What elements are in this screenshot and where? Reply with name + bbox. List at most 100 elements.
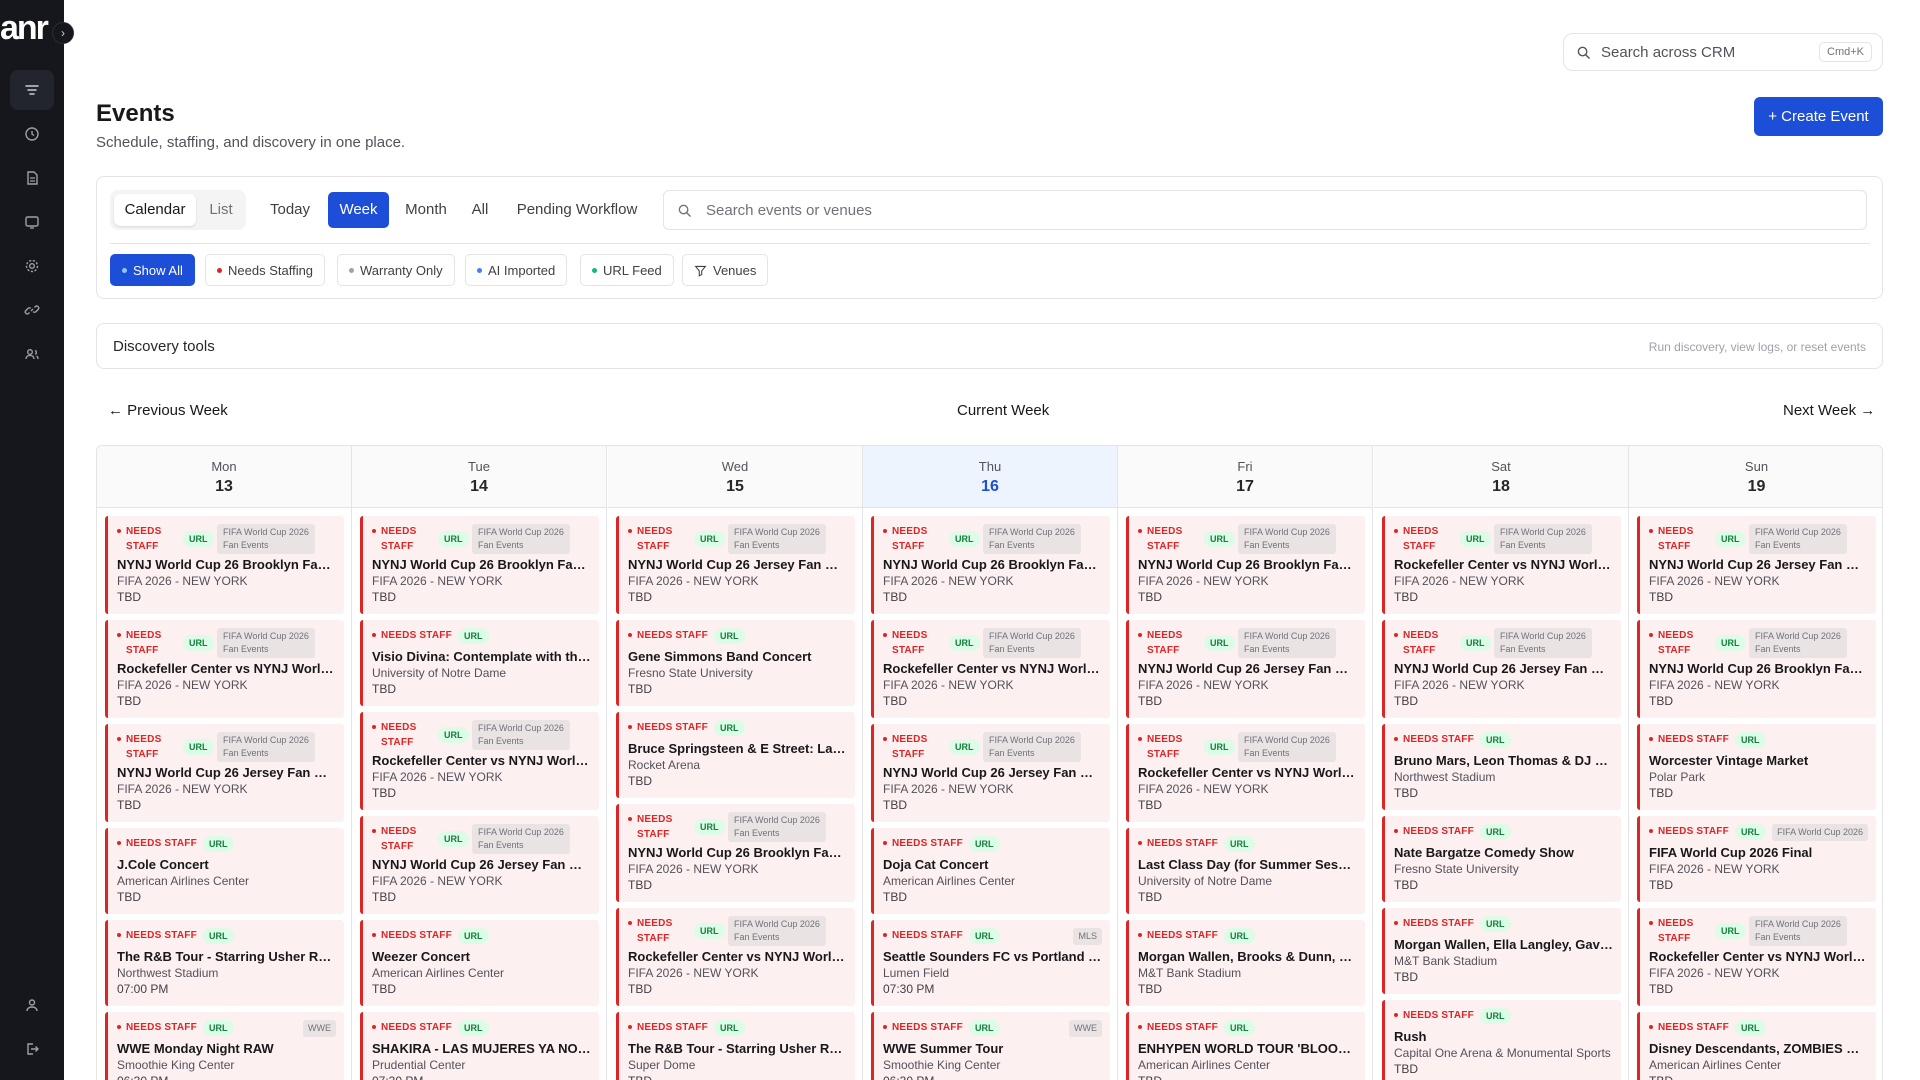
event-card[interactable]: NEEDS STAFF URL FIFA World Cup 2026 Fan Even… xyxy=(1637,620,1876,718)
event-details: Rush Capital One Arena & Monumental Sport… xyxy=(1394,1029,1613,1077)
event-card[interactable]: NEEDS STAFF URL SHAKIRA - LAS MUJERES YA N… xyxy=(360,1012,599,1080)
event-card[interactable]: NEEDS STAFF URL FIFA World Cup 2026 Fan Even… xyxy=(105,620,344,718)
event-card[interactable]: NEEDS STAFF URL FIFA World Cup 2026 Fan Even… xyxy=(360,816,599,914)
event-card[interactable]: NEEDS STAFF URL FIFA World Cup 2026 Fan Even… xyxy=(360,712,599,810)
event-card[interactable]: NEEDS STAFF URL FIFA World Cup 2026 Fan Even… xyxy=(616,516,855,614)
create-event-button[interactable]: + Create Event xyxy=(1754,97,1883,136)
status-dot xyxy=(1394,529,1398,533)
next-week-button[interactable]: Next Week → xyxy=(1783,402,1875,419)
event-title: NYNJ World Cup 26 Brooklyn Fan Zone xyxy=(628,845,847,860)
sidebar-item-logout[interactable] xyxy=(10,1029,54,1069)
event-card[interactable]: NEEDS STAFF URL Bruce Springsteen & E Stre… xyxy=(616,712,855,798)
event-card[interactable]: NEEDS STAFF URL FIFA World Cup 2026 FIFA Wo… xyxy=(1637,816,1876,902)
filter-venues[interactable]: Venues xyxy=(682,254,769,286)
event-card[interactable]: NEEDS STAFF URL Rush Capital One Arena & Mo… xyxy=(1382,1000,1621,1080)
event-card[interactable]: NEEDS STAFF URL Worcester Vintage Market Po… xyxy=(1637,724,1876,810)
event-card[interactable]: NEEDS STAFF URL Disney Descendants, ZOMBIE… xyxy=(1637,1012,1876,1080)
event-card[interactable]: NEEDS STAFF URL The R&B Tour - Starring Us… xyxy=(616,1012,855,1080)
event-title: Rockefeller Center vs NYNJ World Cup 26 xyxy=(1394,557,1613,572)
day-date: 15 xyxy=(726,478,744,495)
event-card[interactable]: NEEDS STAFF URL Gene Simmons Band Concert F… xyxy=(616,620,855,706)
day-date: 17 xyxy=(1236,478,1254,495)
event-card[interactable]: NEEDS STAFF URL FIFA World Cup 2026 Fan Even… xyxy=(1637,516,1876,614)
event-card[interactable]: NEEDS STAFF URL The R&B Tour - Starring Us… xyxy=(105,920,344,1006)
view-pending-workflow[interactable]: Pending Workflow xyxy=(507,192,647,228)
status-dot xyxy=(1649,737,1653,741)
event-card[interactable]: NEEDS STAFF URL FIFA World Cup 2026 Fan Even… xyxy=(871,516,1110,614)
event-card[interactable]: NEEDS STAFF URL FIFA World Cup 2026 Fan Even… xyxy=(1126,620,1365,718)
event-card[interactable]: NEEDS STAFF URL WWE WWE Monday Night RAW Smo… xyxy=(105,1012,344,1080)
sidebar-item-team[interactable] xyxy=(10,334,54,374)
event-card[interactable]: NEEDS STAFF URL FIFA World Cup 2026 Fan Even… xyxy=(1382,620,1621,718)
filter-dot xyxy=(349,267,354,273)
event-card[interactable]: NEEDS STAFF URL FIFA World Cup 2026 Fan Even… xyxy=(1382,516,1621,614)
event-title: Last Class Day (for Summer Session) xyxy=(1138,857,1357,872)
event-card[interactable]: NEEDS STAFF URL FIFA World Cup 2026 Fan Even… xyxy=(1637,908,1876,1006)
event-card[interactable]: NEEDS STAFF URL J.Cole Concert American Air… xyxy=(105,828,344,914)
event-card[interactable]: NEEDS STAFF URL Visio Divina: Contemplate … xyxy=(360,620,599,706)
needs-staff-badge: NEEDS STAFF xyxy=(117,928,197,943)
sidebar-item-documents[interactable] xyxy=(10,158,54,198)
staff-label: STAFF xyxy=(637,933,670,944)
sidebar-item-profile[interactable] xyxy=(10,985,54,1025)
event-card[interactable]: NEEDS STAFF URL FIFA World Cup 2026 Fan Even… xyxy=(1126,516,1365,614)
event-details: FIFA World Cup 2026 Final FIFA 2026 - NEW… xyxy=(1649,845,1868,893)
sidebar-item-settings[interactable] xyxy=(10,246,54,286)
view-month[interactable]: Month xyxy=(398,192,454,228)
view-week[interactable]: Week xyxy=(328,192,389,228)
event-details: Morgan Wallen, Ella Langley, Gavin Adcoc… xyxy=(1394,937,1613,985)
view-today[interactable]: Today xyxy=(265,192,315,228)
event-card[interactable]: NEEDS STAFF URL FIFA World Cup 2026 Fan Even… xyxy=(616,804,855,902)
filter-needs-staffing[interactable]: Needs Staffing xyxy=(205,254,326,286)
filter-warranty-only[interactable]: Warranty Only xyxy=(337,254,455,286)
event-card[interactable]: NEEDS STAFF URL Doja Cat Concert American A… xyxy=(871,828,1110,914)
event-tags: NEEDS STAFF URL FIFA World Cup 2026 Fan Even… xyxy=(628,812,847,842)
filter-dot xyxy=(217,267,222,273)
sidebar-item-history[interactable] xyxy=(10,114,54,154)
event-search-input[interactable] xyxy=(706,201,1866,219)
filter-ai-imported[interactable]: AI Imported xyxy=(465,254,568,286)
event-card[interactable]: NEEDS STAFF URL Morgan Wallen, Brooks & Du… xyxy=(1126,920,1365,1006)
url-badge: URL xyxy=(1480,732,1511,748)
event-card[interactable]: NEEDS STAFF URL Bruno Mars, Leon Thomas & … xyxy=(1382,724,1621,810)
global-search-input[interactable] xyxy=(1601,43,1819,61)
event-card[interactable]: NEEDS STAFF URL ENHYPEN WORLD TOUR 'BLOOD … xyxy=(1126,1012,1365,1080)
current-week-button[interactable]: Current Week xyxy=(957,402,1049,419)
sidebar-item-links[interactable] xyxy=(10,290,54,330)
event-details: Seattle Sounders FC vs Portland Timbers L… xyxy=(883,949,1102,997)
event-card[interactable]: NEEDS STAFF URL FIFA World Cup 2026 Fan Even… xyxy=(871,724,1110,822)
needs-staff-label: NEEDS STAFF xyxy=(1147,930,1218,941)
event-card[interactable]: NEEDS STAFF URL FIFA World Cup 2026 Fan Even… xyxy=(105,724,344,822)
status-dot xyxy=(117,841,121,845)
sidebar-item-events[interactable] xyxy=(10,70,54,110)
filter-icon xyxy=(25,85,39,95)
event-card[interactable]: NEEDS STAFF URL FIFA World Cup 2026 Fan Even… xyxy=(871,620,1110,718)
event-card[interactable]: NEEDS STAFF URL FIFA World Cup 2026 Fan Even… xyxy=(105,516,344,614)
event-card[interactable]: NEEDS STAFF URL Last Class Day (for Summer… xyxy=(1126,828,1365,914)
sidebar-item-inbox[interactable] xyxy=(10,202,54,242)
event-card[interactable]: NEEDS STAFF URL FIFA World Cup 2026 Fan Even… xyxy=(616,908,855,1006)
event-card[interactable]: NEEDS STAFF URL Weezer Concert American Air… xyxy=(360,920,599,1006)
discovery-tools-panel[interactable]: Discovery tools Run discovery, view logs… xyxy=(96,323,1883,369)
category-line-1: FIFA World Cup 2026 xyxy=(223,631,309,641)
filter-show-all[interactable]: Show All xyxy=(110,254,195,286)
event-card[interactable]: NEEDS STAFF URL MLS Seattle Sounders FC vs … xyxy=(871,920,1110,1006)
event-card[interactable]: NEEDS STAFF URL Nate Bargatze Comedy Show F… xyxy=(1382,816,1621,902)
event-card[interactable]: NEEDS STAFF URL Morgan Wallen, Ella Langle… xyxy=(1382,908,1621,994)
filter-url-feed[interactable]: URL Feed xyxy=(580,254,674,286)
event-card[interactable]: NEEDS STAFF URL WWE WWE Summer Tour Smoothie… xyxy=(871,1012,1110,1080)
event-card[interactable]: NEEDS STAFF URL FIFA World Cup 2026 Fan Even… xyxy=(360,516,599,614)
global-search[interactable]: Cmd+K xyxy=(1563,33,1883,71)
event-card[interactable]: NEEDS STAFF URL FIFA World Cup 2026 Fan Even… xyxy=(1126,724,1365,822)
event-details: WWE Summer Tour Smoothie King Center06:30… xyxy=(883,1041,1102,1080)
mode-calendar[interactable]: Calendar xyxy=(114,194,196,226)
event-search[interactable] xyxy=(663,190,1867,230)
collapse-sidebar-button[interactable]: › xyxy=(52,22,74,44)
needs-staff-badge: NEEDS STAFF xyxy=(372,628,452,643)
event-tags: NEEDS STAFF URL xyxy=(1138,928,1357,944)
view-all[interactable]: All xyxy=(465,192,495,228)
category-line-1: FIFA World Cup 2026 xyxy=(734,527,820,537)
clock-icon xyxy=(25,127,39,141)
previous-week-button[interactable]: ← Previous Week xyxy=(108,402,228,419)
mode-list[interactable]: List xyxy=(200,194,242,226)
